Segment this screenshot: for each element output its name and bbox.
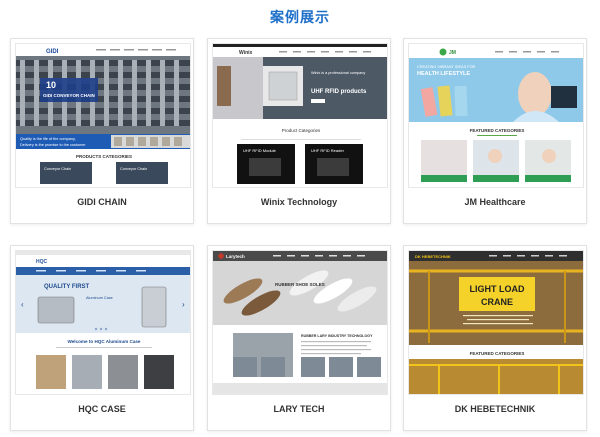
case-card-winix-technology[interactable]: Winix Winix is a professional company UH… [207,38,391,224]
case-card-hqc-case[interactable]: HQC QUALITY FIRST Aluminum Case ‹ › Welc… [10,245,194,431]
site-logo: JM [449,50,456,56]
case-label[interactable]: JM Healthcare [404,197,586,207]
svg-text:Product Categories: Product Categories [282,128,321,133]
svg-text:UHF RFID products: UHF RFID products [311,89,367,95]
svg-text:RUBBER SHOE SOLES: RUBBER SHOE SOLES [275,282,325,287]
svg-text:Welcome to HQC Aluminum Case: Welcome to HQC Aluminum Case [67,339,140,344]
case-card-jm-healthcare[interactable]: JM CREATING VIBRANT IDEAS FOR HEALTH LIF… [403,38,587,224]
svg-text:UHF RFID Reader: UHF RFID Reader [311,148,345,153]
svg-text:Conveyor Chain: Conveyor Chain [120,167,147,171]
svg-text:CRANE: CRANE [481,297,513,307]
svg-text:CREATING VIBRANT IDEAS FOR: CREATING VIBRANT IDEAS FOR [417,65,476,69]
slider-prev-icon: ‹ [21,300,24,309]
page-title: 案例展示 [270,10,330,26]
case-card-dk-hebetechnik[interactable]: DK HEBETECHNIK LIGHT LOAD CRANE FEATURED… [403,245,587,431]
website-thumbnail[interactable]: HQC QUALITY FIRST Aluminum Case ‹ › Welc… [15,250,191,395]
svg-text:FEATURED CATEGORIES: FEATURED CATEGORIES [470,351,525,356]
svg-text:PRODUCTS CATEGORIES: PRODUCTS CATEGORIES [76,154,132,159]
website-thumbnail[interactable]: DK HEBETECHNIK LIGHT LOAD CRANE FEATURED… [408,250,584,395]
case-label[interactable]: LARY TECH [208,404,390,414]
svg-text:FEATURED CATEGORIES: FEATURED CATEGORIES [470,128,525,133]
svg-text:10: 10 [46,80,56,90]
website-thumbnail[interactable]: Larytech RUBBER SHOE SOLES RUBBER LARY I… [212,250,388,395]
svg-text:Quality is the life of the com: Quality is the life of the company, [20,137,76,141]
svg-text:Conveyor Chain: Conveyor Chain [44,167,71,171]
case-label[interactable]: HQC CASE [11,404,193,414]
website-thumbnail[interactable]: JM CREATING VIBRANT IDEAS FOR HEALTH LIF… [408,43,584,188]
site-logo: Winix [239,50,253,56]
svg-text:UHF RFID Module: UHF RFID Module [243,148,277,153]
svg-text:GIDI CONVEYOR CHAIN: GIDI CONVEYOR CHAIN [43,93,95,98]
site-logo: GIDI [46,49,59,55]
svg-text:QUALITY FIRST: QUALITY FIRST [44,284,90,290]
case-card-gidi-chain[interactable]: GIDI 10 GIDI CONVEYOR CHAIN Quality is t… [10,38,194,224]
case-card-lary-tech[interactable]: Larytech RUBBER SHOE SOLES RUBBER LARY I… [207,245,391,431]
svg-text:RUBBER LARY INDUSTRY TECHNOLOG: RUBBER LARY INDUSTRY TECHNOLOGY [301,334,373,338]
svg-text:LIGHT LOAD: LIGHT LOAD [470,284,525,294]
site-logo: HQC [36,259,48,265]
svg-text:Aluminum Case: Aluminum Case [86,296,113,300]
svg-text:Delivery is the promise to the: Delivery is the promise to the customer [20,143,86,147]
site-logo: Larytech [226,254,245,259]
case-label[interactable]: Winix Technology [208,197,390,207]
svg-text:Winix is a professional compan: Winix is a professional company [311,71,365,75]
website-thumbnail[interactable]: GIDI 10 GIDI CONVEYOR CHAIN Quality is t… [15,43,191,188]
website-thumbnail[interactable]: Winix Winix is a professional company UH… [212,43,388,188]
case-label[interactable]: GIDI CHAIN [11,197,193,207]
svg-text:HEALTH LIFESTYLE: HEALTH LIFESTYLE [417,71,470,77]
case-label[interactable]: DK HEBETECHNIK [404,404,586,414]
site-logo: DK HEBETECHNIK [415,254,451,259]
slider-next-icon: › [182,300,185,309]
